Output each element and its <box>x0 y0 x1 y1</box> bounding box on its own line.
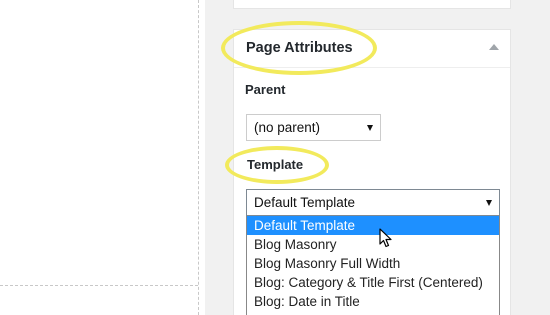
editor-dashed-border-horizontal <box>0 285 198 286</box>
dropdown-arrow-icon <box>486 200 492 206</box>
parent-select-value: (no parent) <box>254 120 321 135</box>
template-label: Template <box>247 157 304 172</box>
parent-label: Parent <box>245 82 286 97</box>
template-option[interactable]: Blog Masonry Full Width <box>247 254 499 273</box>
previous-metabox <box>233 0 511 9</box>
template-dropdown-list: Default Template Blog Masonry Blog Mason… <box>246 216 500 315</box>
template-select[interactable]: Default Template <box>246 189 500 216</box>
template-option[interactable]: Default Template <box>247 216 499 235</box>
editor-dashed-border-vertical <box>198 0 199 315</box>
metabox-title: Page Attributes <box>246 40 353 56</box>
editor-content-area <box>0 0 205 315</box>
parent-select[interactable]: (no parent) <box>246 114 381 141</box>
collapse-toggle-icon[interactable] <box>489 44 499 50</box>
template-select-value: Default Template <box>254 195 356 210</box>
template-option[interactable]: Blog: Date in Title <box>247 292 499 311</box>
template-option[interactable]: Blog: Category & Title First (Centered) <box>247 273 499 292</box>
template-option[interactable]: Blog Masonry <box>247 235 499 254</box>
mouse-cursor-icon <box>379 228 392 248</box>
dropdown-arrow-icon <box>367 125 373 131</box>
metabox-header[interactable]: Page Attributes <box>234 30 510 68</box>
